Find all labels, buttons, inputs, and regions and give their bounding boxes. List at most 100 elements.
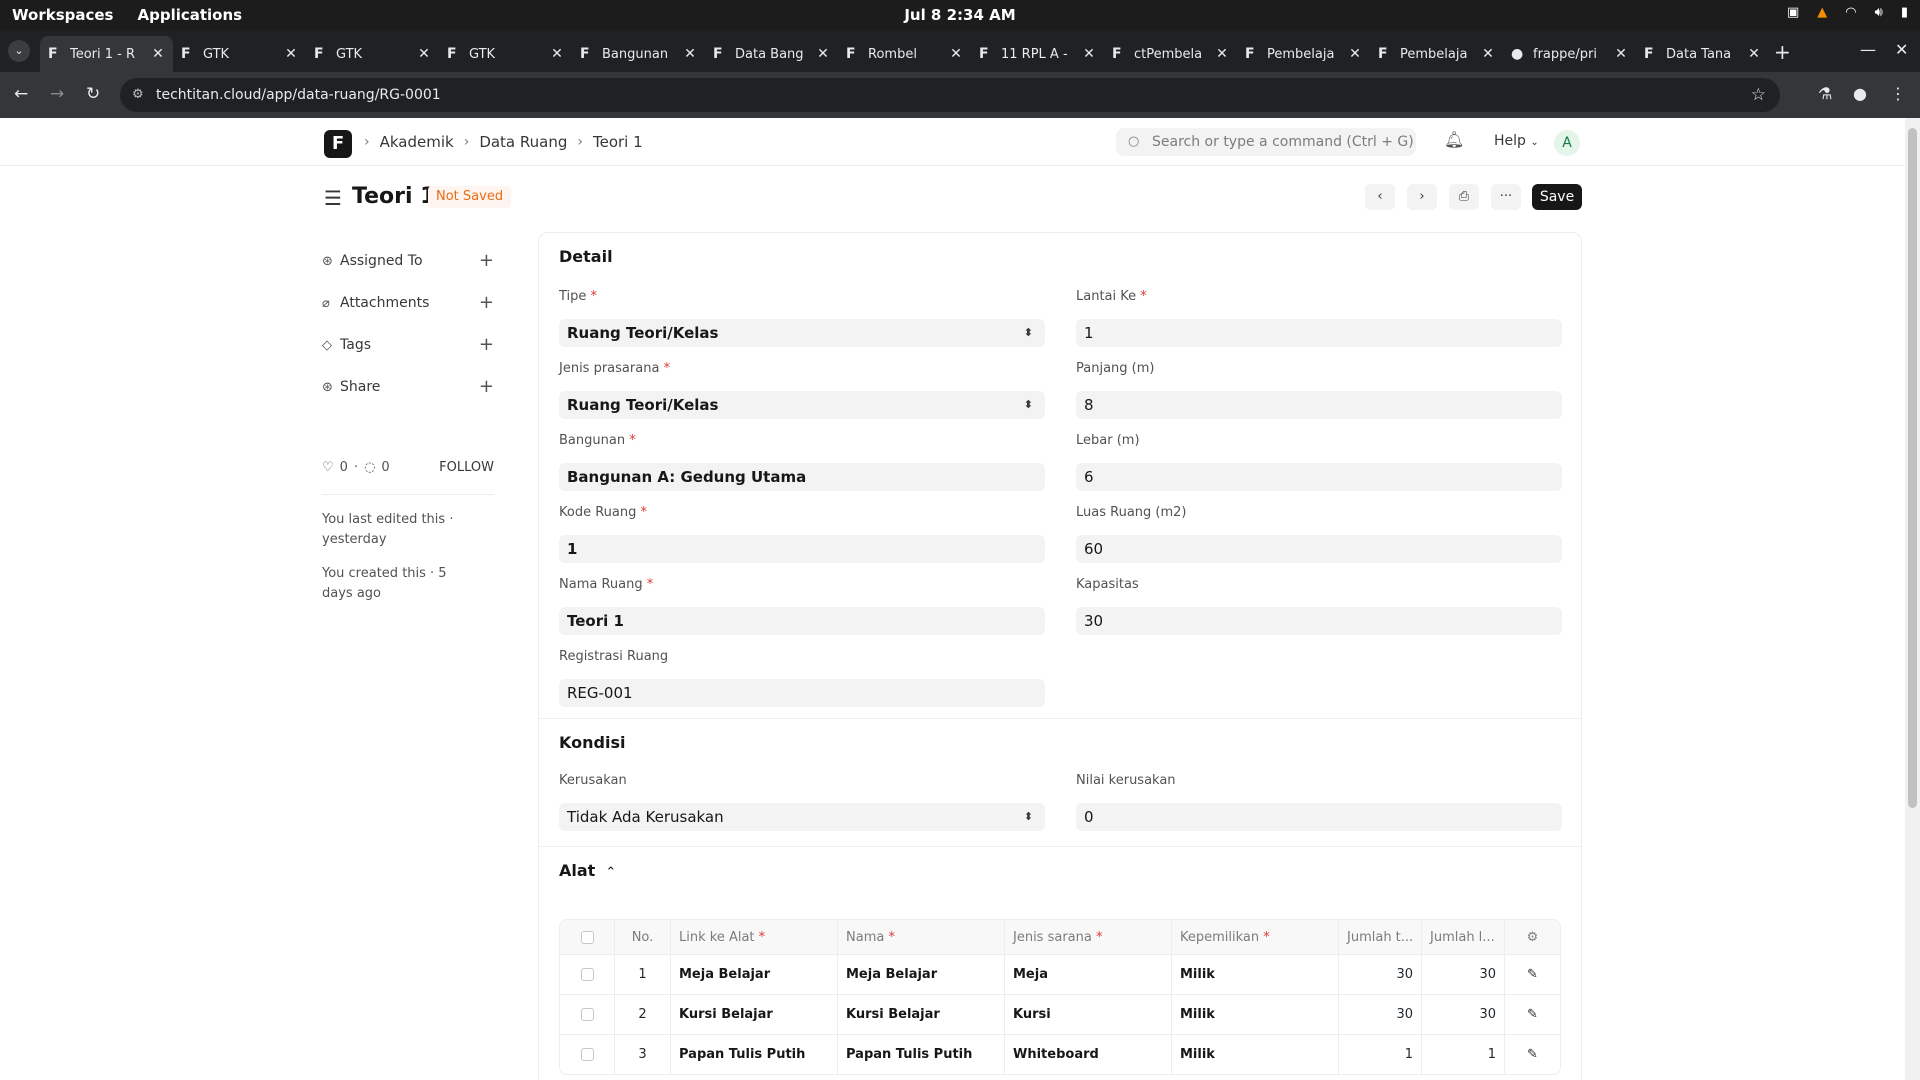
browser-tab[interactable]: F GTK ✕ (173, 36, 306, 72)
cell-nama[interactable]: Papan Tulis Putih (837, 1035, 1004, 1074)
print-button[interactable]: ⎙ (1449, 184, 1479, 210)
close-icon[interactable]: ✕ (1215, 46, 1229, 62)
close-icon[interactable]: ✕ (1082, 46, 1096, 62)
edit-pencil-icon[interactable]: ✎ (1527, 1007, 1538, 1022)
site-settings-icon[interactable]: ⚙ (132, 78, 144, 112)
browser-tab[interactable]: F Pembelaja ✕ (1237, 36, 1370, 72)
browser-tab[interactable]: ● frappe/pri ✕ (1503, 36, 1636, 72)
cell-kepemilikan[interactable]: Milik (1171, 995, 1338, 1034)
workspaces-menu[interactable]: Workspaces (12, 6, 113, 24)
cell-jenis-sarana[interactable]: Kursi (1004, 995, 1171, 1034)
breadcrumb-data-ruang[interactable]: Data Ruang (479, 133, 567, 151)
new-tab-button[interactable]: + (1774, 40, 1791, 64)
more-menu-button[interactable]: ··· (1491, 184, 1521, 210)
add-icon[interactable]: + (479, 334, 494, 355)
close-icon[interactable]: ✕ (417, 46, 431, 62)
previous-doc-button[interactable]: ‹ (1365, 184, 1395, 210)
close-icon[interactable]: ✕ (1747, 46, 1761, 62)
gear-icon[interactable]: ⚙ (1527, 930, 1539, 945)
add-icon[interactable]: + (479, 292, 494, 313)
row-checkbox[interactable] (580, 1048, 594, 1061)
screen-share-icon[interactable]: ▣ (1787, 5, 1799, 20)
section-toggle-alat[interactable]: Alat ⌃ (559, 861, 616, 880)
nilai-kerusakan-input[interactable]: 0 (1076, 803, 1562, 831)
user-avatar[interactable]: A (1554, 130, 1580, 156)
close-icon[interactable]: ✕ (284, 46, 298, 62)
cell-kepemilikan[interactable]: Milik (1171, 955, 1338, 994)
breadcrumb-akademik[interactable]: Akademik (380, 133, 454, 151)
save-button[interactable]: Save (1532, 184, 1582, 210)
comment-icon[interactable]: ◌ (364, 460, 375, 475)
table-row[interactable]: 3 Papan Tulis Putih Papan Tulis Putih Wh… (560, 1034, 1560, 1074)
kode-ruang-input[interactable]: 1 (559, 535, 1045, 563)
follow-button[interactable]: FOLLOW (439, 460, 494, 475)
browser-tab[interactable]: F Bangunan ✕ (572, 36, 705, 72)
tipe-select[interactable]: Ruang Teori/Kelas ⬍ (559, 319, 1045, 347)
bookmark-star-icon[interactable]: ☆ (1751, 78, 1766, 112)
sidebar-item-share[interactable]: ⊛ Share + (322, 366, 494, 408)
add-icon[interactable]: + (479, 376, 494, 397)
browser-tab[interactable]: F Data Bang ✕ (705, 36, 838, 72)
breadcrumb-current[interactable]: Teori 1 (593, 133, 643, 151)
kerusakan-select[interactable]: Tidak Ada Kerusakan ⬍ (559, 803, 1045, 831)
labs-flask-icon[interactable]: ⚗ (1818, 84, 1832, 103)
table-row[interactable]: 2 Kursi Belajar Kursi Belajar Kursi Mili… (560, 994, 1560, 1034)
battery-icon[interactable]: ▮ (1901, 5, 1908, 20)
close-icon[interactable]: ✕ (151, 46, 165, 62)
browser-menu-icon[interactable]: ⋮ (1890, 84, 1906, 103)
close-icon[interactable]: ✕ (550, 46, 564, 62)
cell-link-ke-alat[interactable]: Meja Belajar (670, 955, 837, 994)
cell-jumlah-t[interactable]: 1 (1338, 1035, 1421, 1074)
cell-link-ke-alat[interactable]: Kursi Belajar (670, 995, 837, 1034)
volume-icon[interactable]: 🔊︎ (1875, 5, 1883, 20)
forward-icon[interactable]: → (50, 84, 64, 104)
browser-tab[interactable]: F GTK ✕ (306, 36, 439, 72)
kapasitas-input[interactable]: 30 (1076, 607, 1562, 635)
back-icon[interactable]: ← (14, 84, 28, 104)
sidebar-item-assigned-to[interactable]: ⊛ Assigned To + (322, 240, 494, 282)
notification-bell-icon[interactable]: 🔔︎ (1444, 130, 1464, 149)
app-logo[interactable]: F (324, 130, 352, 158)
cell-kepemilikan[interactable]: Milik (1171, 1035, 1338, 1074)
cell-jenis-sarana[interactable]: Whiteboard (1004, 1035, 1171, 1074)
page-scrollbar[interactable] (1905, 118, 1920, 1080)
close-icon[interactable]: ✕ (1614, 46, 1628, 62)
close-icon[interactable]: ✕ (816, 46, 830, 62)
cell-jenis-sarana[interactable]: Meja (1004, 955, 1171, 994)
registrasi-ruang-input[interactable]: REG-001 (559, 679, 1045, 707)
cell-jumlah-t[interactable]: 30 (1338, 995, 1421, 1034)
close-icon[interactable]: ✕ (1481, 46, 1495, 62)
next-doc-button[interactable]: › (1407, 184, 1437, 210)
browser-tab[interactable]: F Rombel ✕ (838, 36, 971, 72)
sidebar-item-attachments[interactable]: ⌀ Attachments + (322, 282, 494, 324)
row-checkbox[interactable] (580, 968, 594, 981)
lantai-ke-input[interactable]: 1 (1076, 319, 1562, 347)
close-icon[interactable]: ✕ (949, 46, 963, 62)
cell-jumlah-l[interactable]: 1 (1421, 1035, 1504, 1074)
browser-tab[interactable]: F Teori 1 - R ✕ (40, 36, 173, 72)
cell-jumlah-l[interactable]: 30 (1421, 955, 1504, 994)
scrollbar-thumb[interactable] (1908, 128, 1917, 808)
cell-link-ke-alat[interactable]: Papan Tulis Putih (670, 1035, 837, 1074)
browser-tab[interactable]: F Pembelaja ✕ (1370, 36, 1503, 72)
help-dropdown[interactable]: Help ⌄ (1494, 133, 1539, 149)
row-checkbox[interactable] (580, 1008, 594, 1021)
heart-icon[interactable]: ♡ (322, 460, 334, 475)
vlc-icon[interactable]: ▲ (1817, 5, 1827, 20)
cell-jumlah-t[interactable]: 30 (1338, 955, 1421, 994)
browser-tab[interactable]: F ctPembela ✕ (1104, 36, 1237, 72)
cell-jumlah-l[interactable]: 30 (1421, 995, 1504, 1034)
browser-tab[interactable]: F GTK ✕ (439, 36, 572, 72)
sidebar-toggle-icon[interactable]: ☰ (324, 186, 342, 210)
luas-ruang-input[interactable]: 60 (1076, 535, 1562, 563)
awesomebar-search-input[interactable]: ○ Search or type a command (Ctrl + G) (1116, 128, 1416, 156)
minimize-icon[interactable]: — (1860, 40, 1876, 59)
cell-nama[interactable]: Kursi Belajar (837, 995, 1004, 1034)
table-row[interactable]: 1 Meja Belajar Meja Belajar Meja Milik 3… (560, 954, 1560, 994)
profile-icon[interactable]: ● (1853, 84, 1867, 103)
lebar-input[interactable]: 6 (1076, 463, 1562, 491)
applications-menu[interactable]: Applications (137, 6, 242, 24)
edit-pencil-icon[interactable]: ✎ (1527, 967, 1538, 982)
panjang-input[interactable]: 8 (1076, 391, 1562, 419)
address-bar[interactable]: ⚙ techtitan.cloud/app/data-ruang/RG-0001… (120, 78, 1780, 112)
